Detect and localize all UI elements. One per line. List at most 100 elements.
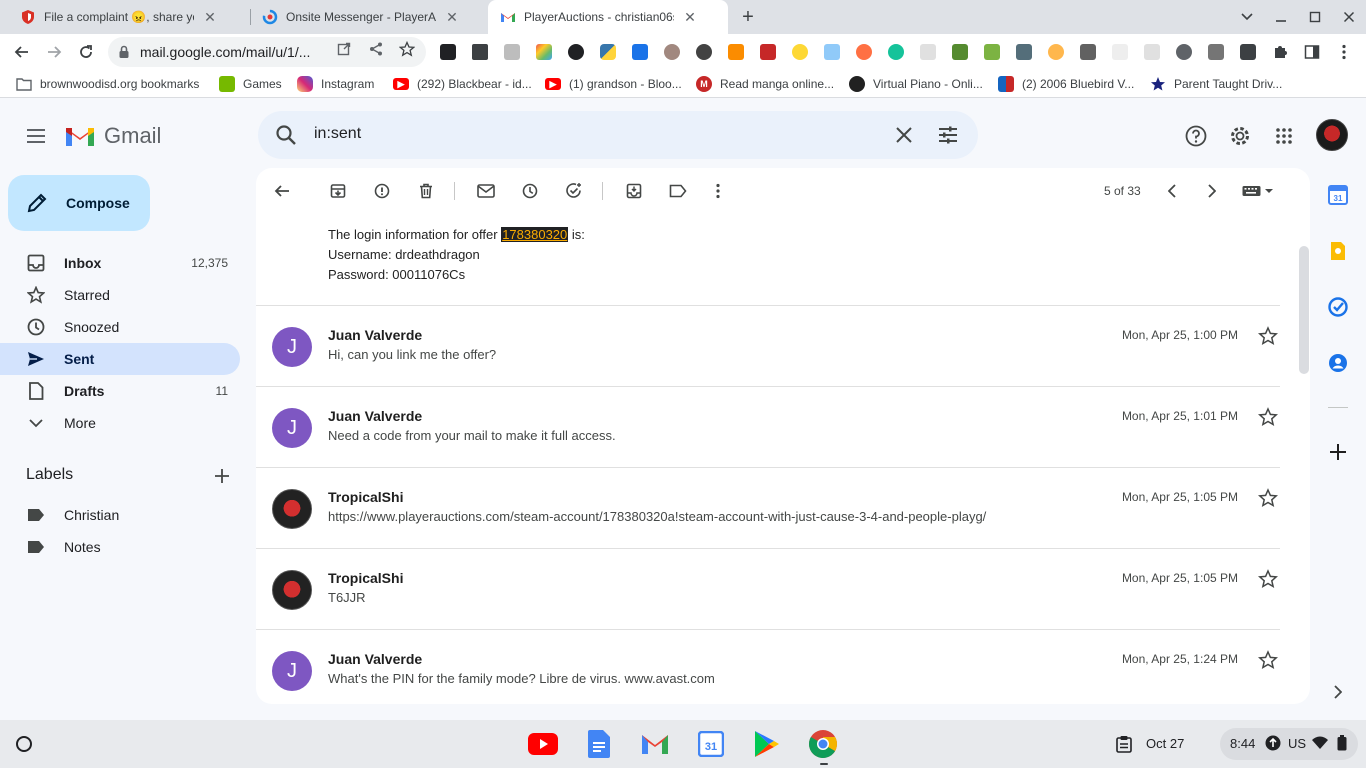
extension-icon[interactable]: [664, 44, 680, 60]
restore-icon[interactable]: [1298, 0, 1332, 34]
help-icon[interactable]: [1182, 122, 1210, 150]
side-panel-icon[interactable]: [1298, 38, 1326, 66]
docs-app-icon[interactable]: [583, 728, 615, 760]
bookmark-item[interactable]: (2) 2006 Bluebird V...: [998, 76, 1134, 92]
search-icon[interactable]: [274, 123, 298, 147]
launcher-icon[interactable]: [10, 730, 38, 758]
share-icon[interactable]: [368, 41, 384, 57]
mark-unread-icon[interactable]: [474, 179, 498, 203]
extension-icon[interactable]: [1144, 44, 1160, 60]
bookmark-item[interactable]: Games: [219, 76, 282, 92]
tab-playerauctions-active[interactable]: PlayerAuctions - christian06stric ✕: [488, 0, 728, 34]
extension-icon[interactable]: [600, 44, 616, 60]
bookmark-item[interactable]: Parent Taught Driv...: [1150, 76, 1282, 92]
extension-icon[interactable]: [760, 44, 776, 60]
clear-search-icon[interactable]: [892, 123, 916, 147]
browser-menu-icon[interactable]: [1330, 38, 1358, 66]
extension-icon[interactable]: [728, 44, 744, 60]
extensions-puzzle-icon[interactable]: [1266, 38, 1294, 66]
extension-icon[interactable]: [1240, 44, 1256, 60]
settings-gear-icon[interactable]: [1226, 122, 1254, 150]
reload-icon[interactable]: [72, 38, 100, 66]
tab-complaint[interactable]: File a complaint 😠, share your e ✕: [8, 0, 230, 34]
extension-icon[interactable]: [440, 44, 456, 60]
extension-icon[interactable]: [1048, 44, 1064, 60]
new-tab-button[interactable]: +: [736, 5, 760, 29]
label-icon[interactable]: [666, 179, 690, 203]
extension-icon[interactable]: [1112, 44, 1128, 60]
sidebar-label-christian[interactable]: Christian: [0, 499, 240, 531]
tab-search-icon[interactable]: [1230, 0, 1264, 34]
back-to-list-icon[interactable]: [270, 179, 294, 203]
message-row[interactable]: J Juan Valverde What's the PIN for the f…: [256, 629, 1280, 704]
extension-icon[interactable]: [824, 44, 840, 60]
extension-icon[interactable]: [1208, 44, 1224, 60]
message-row[interactable]: J Juan Valverde Hi, can you link me the …: [256, 305, 1280, 386]
search-options-icon[interactable]: [936, 123, 960, 147]
add-to-tasks-icon[interactable]: [562, 179, 586, 203]
bookmark-item[interactable]: ▶ (292) Blackbear - id...: [393, 76, 532, 92]
main-menu-icon[interactable]: [22, 122, 50, 150]
message-row[interactable]: J Juan Valverde Need a code from your ma…: [256, 386, 1280, 467]
extension-icon[interactable]: [696, 44, 712, 60]
star-icon[interactable]: [1258, 650, 1278, 670]
extension-icon[interactable]: [856, 44, 872, 60]
back-icon[interactable]: [8, 38, 36, 66]
gmail-logo[interactable]: Gmail: [64, 122, 161, 150]
bookmark-item[interactable]: brownwoodisd.org bookmarks: [16, 76, 199, 92]
scrollbar-thumb[interactable]: [1299, 246, 1309, 374]
star-icon[interactable]: [1258, 326, 1278, 346]
sidebar-item-sent[interactable]: Sent: [0, 343, 240, 375]
extension-icon[interactable]: [792, 44, 808, 60]
close-icon[interactable]: ✕: [682, 9, 698, 25]
account-avatar[interactable]: [1316, 119, 1348, 151]
more-options-icon[interactable]: [706, 179, 730, 203]
extension-icon[interactable]: [952, 44, 968, 60]
show-side-panel-chevron-icon[interactable]: [1326, 680, 1350, 704]
extension-icon[interactable]: [1016, 44, 1032, 60]
tasks-icon[interactable]: [1326, 295, 1350, 319]
extension-icon[interactable]: [984, 44, 1000, 60]
offer-id-highlight[interactable]: 178380320: [501, 227, 569, 242]
bookmark-item[interactable]: Instagram: [297, 76, 374, 92]
compose-button[interactable]: Compose: [8, 175, 150, 231]
sidebar-item-snoozed[interactable]: Snoozed: [0, 311, 240, 343]
search-bar[interactable]: in:sent: [258, 111, 978, 159]
clipboard-icon[interactable]: [1114, 734, 1134, 754]
extension-icon[interactable]: [920, 44, 936, 60]
extension-icon[interactable]: [888, 44, 904, 60]
forward-icon[interactable]: [40, 38, 68, 66]
bookmark-item[interactable]: M Read manga online...: [696, 76, 834, 92]
move-to-icon[interactable]: [622, 179, 646, 203]
input-tools-keyboard-icon[interactable]: [1240, 179, 1276, 203]
get-addons-plus-icon[interactable]: [1326, 440, 1350, 464]
sidebar-label-notes[interactable]: Notes: [0, 531, 240, 563]
contacts-icon[interactable]: [1326, 351, 1350, 375]
older-chevron-right-icon[interactable]: [1200, 179, 1224, 203]
play-store-app-icon[interactable]: [751, 728, 783, 760]
sidebar-item-inbox[interactable]: Inbox 12,375: [0, 247, 240, 279]
extension-icon[interactable]: [504, 44, 520, 60]
chrome-app-icon[interactable]: [807, 728, 839, 760]
bookmark-star-icon[interactable]: [399, 41, 415, 57]
star-icon[interactable]: [1258, 488, 1278, 508]
close-icon[interactable]: ✕: [444, 9, 460, 25]
open-in-new-icon[interactable]: [336, 41, 352, 57]
newer-chevron-left-icon[interactable]: [1160, 179, 1184, 203]
extension-icon[interactable]: [1176, 44, 1192, 60]
extension-icon[interactable]: [1080, 44, 1096, 60]
message-row[interactable]: TropicalShi https://www.playerauctions.c…: [256, 467, 1280, 548]
close-icon[interactable]: ✕: [202, 9, 218, 25]
bookmark-item[interactable]: Virtual Piano - Onli...: [849, 76, 983, 92]
sidebar-item-drafts[interactable]: Drafts 11: [0, 375, 240, 407]
extension-icon[interactable]: [568, 44, 584, 60]
search-input[interactable]: in:sent: [314, 125, 361, 143]
extension-icon[interactable]: [472, 44, 488, 60]
archive-icon[interactable]: [326, 179, 350, 203]
tab-onsite-messenger[interactable]: Onsite Messenger - PlayerAuctio ✕: [250, 0, 472, 34]
add-label-icon[interactable]: [212, 466, 232, 486]
gmail-app-icon[interactable]: [639, 728, 671, 760]
keep-icon[interactable]: [1326, 239, 1350, 263]
calendar-app-icon[interactable]: 31: [695, 728, 727, 760]
trash-icon[interactable]: [414, 179, 438, 203]
